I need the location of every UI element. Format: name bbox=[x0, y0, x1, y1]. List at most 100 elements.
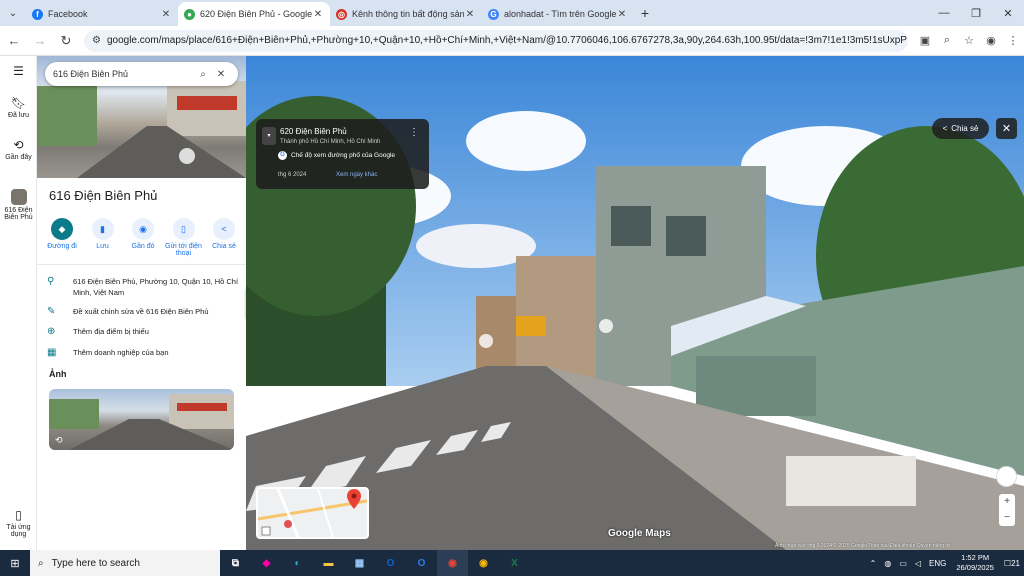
directions-icon: ◆ bbox=[51, 218, 73, 240]
star-icon[interactable]: ☆ bbox=[958, 30, 980, 52]
zoom-in-icon[interactable]: + bbox=[999, 494, 1015, 510]
rail-get-app[interactable]: ▯ Tải ứng dụng bbox=[0, 508, 37, 538]
360-icon: ⟲ bbox=[55, 435, 63, 445]
maps-app: ☰ 🔖︎ Đã lưu ⟲ Gần đây 616 Điện Biên Phủ ▯ T… bbox=[0, 56, 1024, 550]
history-icon: ⟲ bbox=[13, 138, 24, 152]
store-icon[interactable]: ▦ bbox=[344, 550, 375, 576]
clock[interactable]: 1:52 PM 26/09/2025 bbox=[950, 553, 1000, 573]
location-pin-icon bbox=[347, 489, 361, 509]
close-tab-icon[interactable]: ✕ bbox=[464, 9, 476, 20]
search-box[interactable]: 616 Điện Biên Phủ ⌕ ✕ bbox=[45, 62, 238, 86]
address-row[interactable]: ⚲ 616 Điện Biên Phủ, Phường 10, Quận 10,… bbox=[47, 276, 242, 298]
volume-icon[interactable]: ◁ bbox=[911, 559, 925, 568]
rail-place[interactable]: 616 Điện Biên Phủ bbox=[0, 189, 37, 221]
minimize-icon[interactable]: — bbox=[928, 0, 960, 26]
excel-icon[interactable]: X bbox=[499, 550, 530, 576]
share-label: Chia sẻ bbox=[951, 124, 979, 133]
directions-button[interactable]: ◆ Đường đi bbox=[43, 218, 81, 257]
tab-title: alonhadat - Tìm trên Google bbox=[504, 9, 616, 19]
share-button[interactable]: < Chia sẻ bbox=[205, 218, 243, 257]
sv-address: 620 Điện Biên Phủ bbox=[280, 127, 347, 136]
reload-icon[interactable]: ↻ bbox=[54, 29, 78, 53]
profile-icon[interactable]: ◉ bbox=[980, 30, 1002, 52]
add-business-text: Thêm doanh nghiệp của bạn bbox=[73, 348, 169, 357]
sv-city: Thành phố Hồ Chí Minh, Hồ Chí Minh bbox=[280, 139, 381, 145]
notification-icon[interactable]: ☐21 bbox=[1000, 559, 1024, 568]
action-label: Chia sẻ bbox=[212, 243, 236, 250]
site-info-icon[interactable]: ⚙ bbox=[92, 35, 101, 46]
chrome-icon[interactable]: ◉ bbox=[437, 550, 468, 576]
close-tab-icon[interactable]: ✕ bbox=[312, 9, 324, 20]
send-to-phone-button[interactable]: ▯ Gửi tới điện thoại bbox=[165, 218, 203, 257]
action-label: Lưu bbox=[96, 243, 109, 250]
restore-icon[interactable]: ❐ bbox=[960, 0, 992, 26]
pencil-icon: ✎ bbox=[47, 306, 56, 317]
hamburger-menu-icon[interactable]: ☰ bbox=[0, 64, 37, 80]
photo-thumbnail[interactable]: ⟲ bbox=[49, 389, 234, 450]
bookmark-icon: 🔖︎ bbox=[10, 96, 27, 110]
network-icon[interactable]: ▭ bbox=[895, 559, 911, 568]
close-icon[interactable]: ✕ bbox=[212, 69, 230, 80]
window-controls: — ❐ ✕ bbox=[928, 0, 1024, 26]
rail-saved[interactable]: 🔖︎ Đã lưu bbox=[0, 96, 37, 119]
action-label: Gửi tới điện thoại bbox=[165, 243, 202, 257]
outlook-new-icon[interactable]: O bbox=[406, 550, 437, 576]
tab-search-icon[interactable]: ⌄ bbox=[0, 0, 26, 26]
expand-icon[interactable]: ▾ bbox=[262, 127, 276, 145]
file-explorer-icon[interactable]: ▬ bbox=[313, 550, 344, 576]
left-rail: ☰ 🔖︎ Đã lưu ⟲ Gần đây 616 Điện Biên Phủ ▯ T… bbox=[0, 56, 37, 550]
task-view-icon[interactable]: ⧉ bbox=[220, 550, 251, 576]
search-input[interactable]: 616 Điện Biên Phủ bbox=[53, 69, 194, 79]
tab-google-search[interactable]: G alonhadat - Tìm trên Google ✕ bbox=[482, 2, 634, 26]
taskbar-search-placeholder: Type here to search bbox=[51, 557, 140, 569]
google-maps-watermark: Google Maps bbox=[608, 528, 671, 539]
photos-heading: Ảnh bbox=[49, 369, 67, 379]
edge-icon[interactable]: ◐ bbox=[282, 550, 313, 576]
close-tab-icon[interactable]: ✕ bbox=[616, 9, 628, 20]
zoom-icon[interactable]: ⌕ bbox=[936, 30, 958, 52]
browser-toolbar: ← → ↻ ⚙ google.com/maps/place/616+Điện+B… bbox=[0, 26, 1024, 56]
browser-tab-bar: ⌄ f Facebook ✕ ● 620 Điện Biên Phủ - Goo… bbox=[0, 0, 1024, 26]
copilot-icon[interactable]: ◆ bbox=[251, 550, 282, 576]
search-icon[interactable]: ⌕ bbox=[194, 69, 212, 80]
add-place-icon: ⊕ bbox=[47, 326, 56, 337]
add-missing-text: Thêm địa điểm bị thiếu bbox=[73, 327, 149, 336]
rail-label: Tải ứng dụng bbox=[6, 524, 31, 538]
tab-google-maps[interactable]: ● 620 Điện Biên Phủ - Google Ma ✕ bbox=[178, 2, 330, 26]
action-label: Đường đi bbox=[47, 243, 77, 250]
address-bar[interactable]: ⚙ google.com/maps/place/616+Điện+Biên+Ph… bbox=[84, 29, 908, 52]
windows-start-icon[interactable]: ⊞ bbox=[0, 557, 30, 570]
outlook-icon[interactable]: O bbox=[375, 550, 406, 576]
action-label: Gần đó bbox=[131, 243, 155, 250]
add-missing-place-row[interactable]: ⊕ Thêm địa điểm bị thiếu bbox=[47, 326, 242, 337]
more-options-icon[interactable]: ⋮ bbox=[409, 127, 419, 138]
sv-share-button[interactable]: < Chia sẻ bbox=[932, 118, 989, 139]
forward-icon[interactable]: → bbox=[28, 29, 52, 53]
save-button[interactable]: ▮ Lưu bbox=[84, 218, 122, 257]
back-icon[interactable]: ← bbox=[2, 29, 26, 53]
tab-alonhadat[interactable]: ◎ Kênh thông tin bất động sản - I ✕ bbox=[330, 2, 482, 26]
add-business-row[interactable]: ▦ Thêm doanh nghiệp của bạn bbox=[47, 347, 242, 358]
chevron-up-icon[interactable]: ⌃ bbox=[866, 559, 881, 568]
close-tab-icon[interactable]: ✕ bbox=[160, 9, 172, 20]
chrome-profile-icon[interactable]: ◉ bbox=[468, 550, 499, 576]
rail-recent[interactable]: ⟲ Gần đây bbox=[0, 138, 37, 161]
share-icon: < bbox=[213, 218, 235, 240]
zoom-out-icon[interactable]: − bbox=[999, 510, 1015, 526]
suggest-edit-row[interactable]: ✎ Đề xuất chỉnh sửa về 616 Điện Biên Phủ bbox=[47, 306, 242, 317]
tab-facebook[interactable]: f Facebook ✕ bbox=[26, 2, 178, 26]
notification-count: 21 bbox=[1011, 558, 1020, 568]
zoom-control[interactable]: + − bbox=[999, 494, 1015, 526]
taskbar-search[interactable]: ⌕ Type here to search bbox=[30, 550, 220, 576]
meet-icon[interactable]: ◍ bbox=[880, 559, 895, 568]
cast-icon[interactable]: ▣ bbox=[914, 30, 936, 52]
close-street-view-button[interactable]: ✕ bbox=[996, 118, 1017, 139]
compass-icon[interactable] bbox=[996, 466, 1017, 487]
language-indicator[interactable]: ENG bbox=[925, 559, 950, 568]
nearby-button[interactable]: ◉ Gần đó bbox=[124, 218, 162, 257]
close-window-icon[interactable]: ✕ bbox=[992, 0, 1024, 26]
new-tab-button[interactable]: + bbox=[634, 2, 656, 26]
menu-icon[interactable]: ⋮ bbox=[1002, 30, 1024, 52]
place-thumbnail bbox=[10, 189, 27, 205]
see-other-dates-link[interactable]: Xem ngày khác bbox=[336, 172, 377, 178]
